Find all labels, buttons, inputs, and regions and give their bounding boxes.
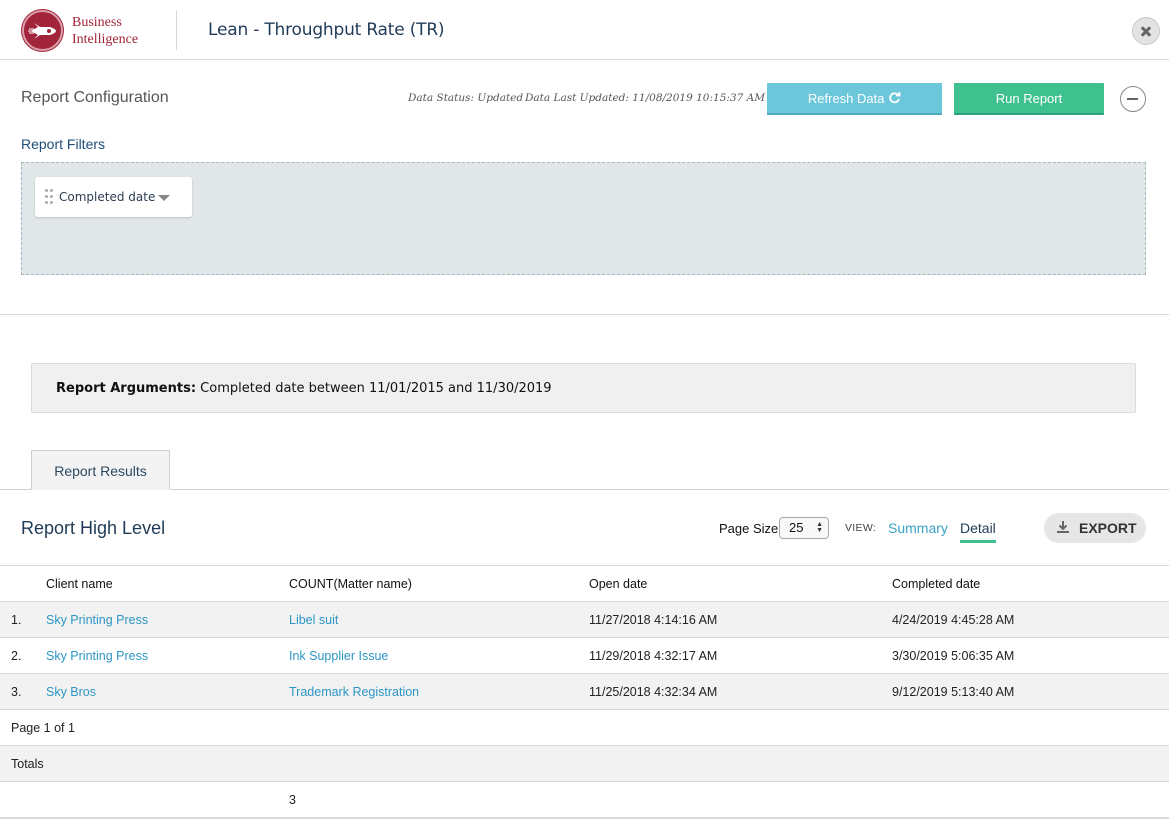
matter-name-link[interactable]: Trademark Registration (289, 673, 589, 710)
row-number: 3. (0, 673, 46, 710)
client-name-link[interactable]: Sky Bros (46, 673, 289, 710)
close-icon[interactable] (1132, 17, 1160, 45)
page-size-label: Page Size (719, 521, 779, 536)
header-divider (176, 10, 177, 50)
open-date-cell: 11/29/2018 4:32:17 AM (589, 637, 892, 674)
table-row: 3. Sky Bros Trademark Registration 11/25… (0, 673, 1169, 710)
report-filters-label: Report Filters (21, 136, 106, 152)
pagination-row: Page 1 of 1 (0, 709, 1169, 746)
drag-handle-icon[interactable] (45, 189, 53, 205)
page-size-select[interactable]: 25 ▲ ▼ (779, 517, 829, 539)
report-high-level-title: Report High Level (21, 518, 166, 538)
column-header-client-name[interactable]: Client name (46, 565, 289, 602)
refresh-icon (889, 91, 901, 103)
client-name-link[interactable]: Sky Printing Press (46, 637, 289, 674)
totals-value-row: 3 (0, 781, 1169, 818)
caret-down-icon[interactable] (158, 195, 170, 201)
view-summary-link[interactable]: Summary (888, 520, 948, 536)
row-number: 1. (0, 601, 46, 638)
download-icon (1057, 521, 1069, 533)
pagination-text: Page 1 of 1 (0, 709, 1169, 746)
filter-chip-label: Completed date (59, 190, 156, 204)
column-header-completed-date[interactable]: Completed date (892, 565, 1169, 602)
rocket-logo-icon (22, 10, 63, 51)
table-row: 1. Sky Printing Press Libel suit 11/27/2… (0, 601, 1169, 638)
open-date-cell: 11/25/2018 4:32:34 AM (589, 673, 892, 710)
report-arguments-text: Report Arguments: Completed date between… (56, 381, 552, 396)
report-arguments-box: Report Arguments: Completed date between… (31, 363, 1136, 413)
totals-count-value: 3 (289, 781, 589, 818)
matter-name-link[interactable]: Libel suit (289, 601, 589, 638)
app-logo-text: Business Intelligence (72, 14, 138, 48)
totals-empty-cell (0, 781, 46, 818)
column-header-open-date[interactable]: Open date (589, 565, 892, 602)
completed-date-cell: 4/24/2019 4:45:28 AM (892, 601, 1169, 638)
tab-report-results[interactable]: Report Results (31, 450, 170, 490)
logo-line-2: Intelligence (72, 32, 139, 47)
open-date-cell: 11/27/2018 4:14:16 AM (589, 601, 892, 638)
bottom-divider (0, 817, 1169, 819)
completed-date-cell: 3/30/2019 5:06:35 AM (892, 637, 1169, 674)
client-name-link[interactable]: Sky Printing Press (46, 601, 289, 638)
section-divider (0, 314, 1169, 315)
page-title: Lean - Throughput Rate (TR) (208, 20, 445, 40)
app-header: Business Intelligence Lean - Throughput … (0, 0, 1169, 60)
select-arrows-icon: ▲ ▼ (816, 521, 823, 534)
data-status-text: Data Status: Updated (408, 92, 524, 104)
column-header-index (0, 565, 46, 602)
collapse-minus-icon[interactable] (1120, 86, 1146, 112)
export-button[interactable]: EXPORT (1044, 513, 1146, 543)
row-number: 2. (0, 637, 46, 674)
results-table: Client name COUNT(Matter name) Open date… (0, 565, 1169, 818)
filter-chip-completed-date[interactable]: Completed date (35, 177, 192, 217)
report-arguments-value: Completed date between 11/01/2015 and 11… (196, 381, 552, 396)
view-label: VIEW: (845, 522, 877, 534)
export-label: EXPORT (1079, 520, 1137, 536)
tabs-baseline (0, 489, 1169, 490)
run-report-button[interactable]: Run Report (954, 83, 1104, 115)
view-detail-link[interactable]: Detail (960, 520, 996, 543)
totals-empty-cell (892, 781, 1169, 818)
totals-empty-cell (589, 781, 892, 818)
refresh-data-label: Refresh Data (807, 90, 885, 106)
refresh-data-button[interactable]: Refresh Data (767, 83, 942, 115)
totals-label-row: Totals (0, 745, 1169, 782)
table-header-row: Client name COUNT(Matter name) Open date… (0, 565, 1169, 602)
completed-date-cell: 9/12/2019 5:13:40 AM (892, 673, 1169, 710)
column-header-count-matter-name[interactable]: COUNT(Matter name) (289, 565, 589, 602)
report-configuration-title: Report Configuration (21, 89, 169, 106)
table-row: 2. Sky Printing Press Ink Supplier Issue… (0, 637, 1169, 674)
report-arguments-label: Report Arguments: (56, 381, 197, 396)
logo-line-1: Business (72, 15, 122, 30)
matter-name-link[interactable]: Ink Supplier Issue (289, 637, 589, 674)
totals-label: Totals (0, 745, 1169, 782)
page-size-value: 25 (789, 520, 804, 535)
totals-empty-cell (46, 781, 289, 818)
data-last-updated-text: Data Last Updated: 11/08/2019 10:15:37 A… (525, 92, 765, 104)
